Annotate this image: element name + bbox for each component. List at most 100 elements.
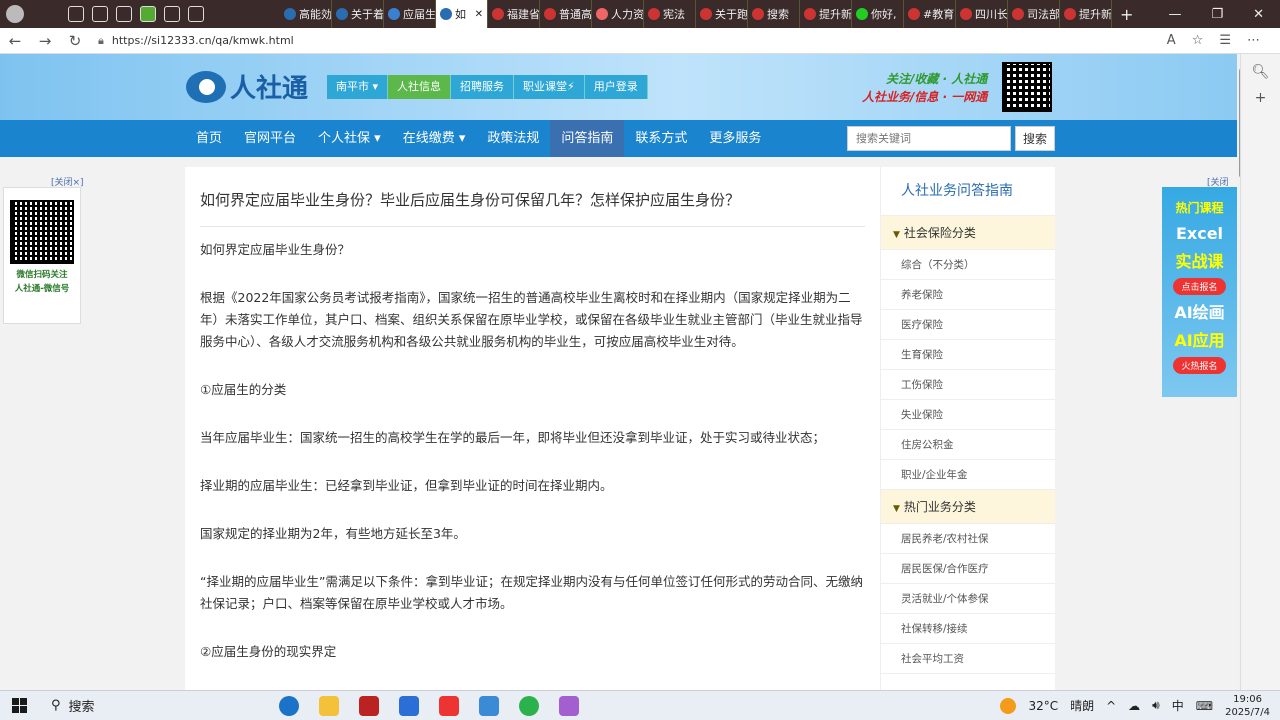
tab-favicon-icon: [544, 8, 556, 20]
sidebar-item[interactable]: 养老保险: [881, 280, 1055, 310]
wechat-icon[interactable]: [519, 695, 539, 716]
right-ad-signup-2[interactable]: 火热报名: [1173, 357, 1226, 374]
browser-tab[interactable]: 提升新: [1060, 0, 1112, 28]
browser-tab[interactable]: 普通高: [540, 0, 592, 28]
right-ad-signup-1[interactable]: 点击报名: [1173, 278, 1226, 295]
browser-tab[interactable]: 人力资: [592, 0, 644, 28]
refresh-icon[interactable]: ↻: [60, 32, 90, 50]
url-field[interactable]: 🔒︎ https://si12333.cn/qa/kmwk.html: [98, 34, 1167, 48]
weather-text[interactable]: 晴朗: [1070, 697, 1094, 714]
nav-home[interactable]: 首页: [185, 120, 233, 157]
nav-more[interactable]: 更多服务: [698, 120, 772, 157]
header-nav-course[interactable]: 职业课堂⚡: [514, 75, 585, 99]
file-explorer-icon[interactable]: [319, 695, 339, 716]
tab-actions-icon[interactable]: [92, 6, 108, 22]
browser-tab[interactable]: #教育: [904, 0, 956, 28]
browser-tab[interactable]: 四川长: [956, 0, 1008, 28]
sidebar-item[interactable]: 社会平均工资: [881, 644, 1055, 674]
header-nav-jobs[interactable]: 招聘服务: [451, 75, 515, 99]
sidebar-category-insurance[interactable]: 社会保险分类: [881, 216, 1055, 250]
sidebar-item[interactable]: 工伤保险: [881, 370, 1055, 400]
close-tab-icon[interactable]: ✕: [475, 9, 483, 20]
header-nav-news[interactable]: 人社信息: [388, 75, 452, 99]
close-window-button[interactable]: ✕: [1253, 7, 1264, 22]
weather-sun-icon[interactable]: [1000, 697, 1017, 714]
app-purple-icon[interactable]: [559, 695, 579, 716]
app-red-icon[interactable]: [359, 695, 379, 716]
tab-icon[interactable]: [116, 6, 132, 22]
sidebar-item[interactable]: 医疗保险: [881, 310, 1055, 340]
maximize-button[interactable]: ❐: [1211, 7, 1223, 22]
forward-icon[interactable]: →: [30, 32, 60, 50]
input-mode-icon[interactable]: ⌨: [1196, 699, 1213, 713]
header-nav-login[interactable]: 用户登录: [584, 75, 648, 99]
city-select[interactable]: 南平市 ▾: [327, 75, 389, 99]
profile-avatar[interactable]: [6, 5, 24, 23]
windows-start-icon[interactable]: [12, 698, 27, 713]
nav-qa-guide[interactable]: 问答指南: [550, 120, 625, 157]
tab-label: 如: [455, 8, 466, 21]
page-icon[interactable]: [188, 6, 204, 22]
sidebar-item[interactable]: 职业/企业年金: [881, 460, 1055, 490]
search-input[interactable]: [847, 126, 1011, 151]
tab-label: 福建省: [507, 8, 540, 21]
ime-indicator[interactable]: 中: [1172, 697, 1184, 714]
browser-tab[interactable]: 司法部: [1008, 0, 1060, 28]
browser-tab[interactable]: 你好,: [852, 0, 904, 28]
left-wechat-ad[interactable]: 微信扫码关注 人社通-微信号: [3, 187, 81, 324]
network-icon[interactable]: ☁: [1128, 699, 1140, 713]
back-icon[interactable]: ←: [0, 32, 30, 50]
sidebar-item[interactable]: 社保转移/接续: [881, 614, 1055, 644]
app-diagonal-icon[interactable]: [479, 695, 499, 716]
right-course-ad[interactable]: 热门课程 Excel 实战课 点击报名 AI绘画 AI应用 火热报名: [1162, 187, 1237, 397]
sidebar-title[interactable]: 人社业务问答指南: [881, 167, 1055, 216]
tray-chevron-icon[interactable]: ^: [1106, 699, 1116, 713]
app-blue-icon[interactable]: [399, 695, 419, 716]
header-nav: 南平市 ▾ 人社信息 招聘服务 职业课堂⚡ 用户登录: [327, 75, 648, 99]
browser-tab[interactable]: 提升新: [800, 0, 852, 28]
browser-tab[interactable]: 如 ✕: [436, 0, 488, 28]
browser-tab[interactable]: 福建省: [488, 0, 540, 28]
sidebar-item[interactable]: 失业保险: [881, 400, 1055, 430]
sidebar-item[interactable]: 居民养老/农村社保: [881, 524, 1055, 554]
url-text[interactable]: https://si12333.cn/qa/kmwk.html: [112, 34, 294, 47]
extensions-icon[interactable]: ⋯: [1247, 33, 1260, 48]
wps-icon[interactable]: [439, 695, 459, 716]
browser-tab[interactable]: 宪法: [644, 0, 696, 28]
nav-contact[interactable]: 联系方式: [624, 120, 698, 157]
nav-official[interactable]: 官网平台: [233, 120, 307, 157]
sidebar-item[interactable]: 生育保险: [881, 340, 1055, 370]
browser-tab[interactable]: 搜索: [748, 0, 800, 28]
calendar-icon[interactable]: [164, 6, 180, 22]
clock[interactable]: 19:06 2025/7/4: [1225, 693, 1270, 719]
browser-tab[interactable]: 高能効: [280, 0, 332, 28]
browser-tab[interactable]: 关于着: [332, 0, 384, 28]
temperature[interactable]: 32°C: [1028, 699, 1058, 713]
search-button[interactable]: 搜索: [1015, 126, 1055, 151]
read-aloud-icon[interactable]: A: [1167, 33, 1176, 48]
search-icon: ⚲: [51, 698, 61, 713]
sidebar-item[interactable]: 住房公积金: [881, 430, 1055, 460]
new-tab-button[interactable]: +: [1120, 5, 1133, 24]
sidebar-search-icon[interactable]: 🔍︎: [1241, 64, 1280, 80]
nav-online-pay[interactable]: 在线缴费 ▾: [392, 120, 477, 157]
sidebar-item[interactable]: 居民医保/合作医疗: [881, 554, 1055, 584]
volume-icon[interactable]: 🔊︎: [1152, 698, 1160, 713]
lock-icon[interactable]: 🔒︎: [98, 34, 104, 48]
sidebar-add-icon[interactable]: +: [1241, 90, 1280, 106]
taskbar-search[interactable]: ⚲ 搜索: [51, 696, 211, 715]
green-app-icon[interactable]: [140, 6, 156, 22]
nav-social-security[interactable]: 个人社保 ▾: [307, 120, 392, 157]
nav-policy[interactable]: 政策法规: [476, 120, 550, 157]
sidebar-item[interactable]: 灵活就业/个体参保: [881, 584, 1055, 614]
browser-tab[interactable]: 应届生: [384, 0, 436, 28]
workspaces-icon[interactable]: [68, 6, 84, 22]
sidebar-item[interactable]: 综合（不分类）: [881, 250, 1055, 280]
edge-icon[interactable]: [279, 695, 299, 716]
browser-tab[interactable]: 关于跑: [696, 0, 748, 28]
sidebar-category-hot[interactable]: 热门业务分类: [881, 490, 1055, 524]
minimize-button[interactable]: —: [1168, 7, 1181, 22]
site-logo[interactable]: 人社通: [186, 68, 308, 105]
favorite-star-icon[interactable]: ☆: [1192, 33, 1204, 48]
favorites-icon[interactable]: ☰: [1219, 33, 1231, 48]
